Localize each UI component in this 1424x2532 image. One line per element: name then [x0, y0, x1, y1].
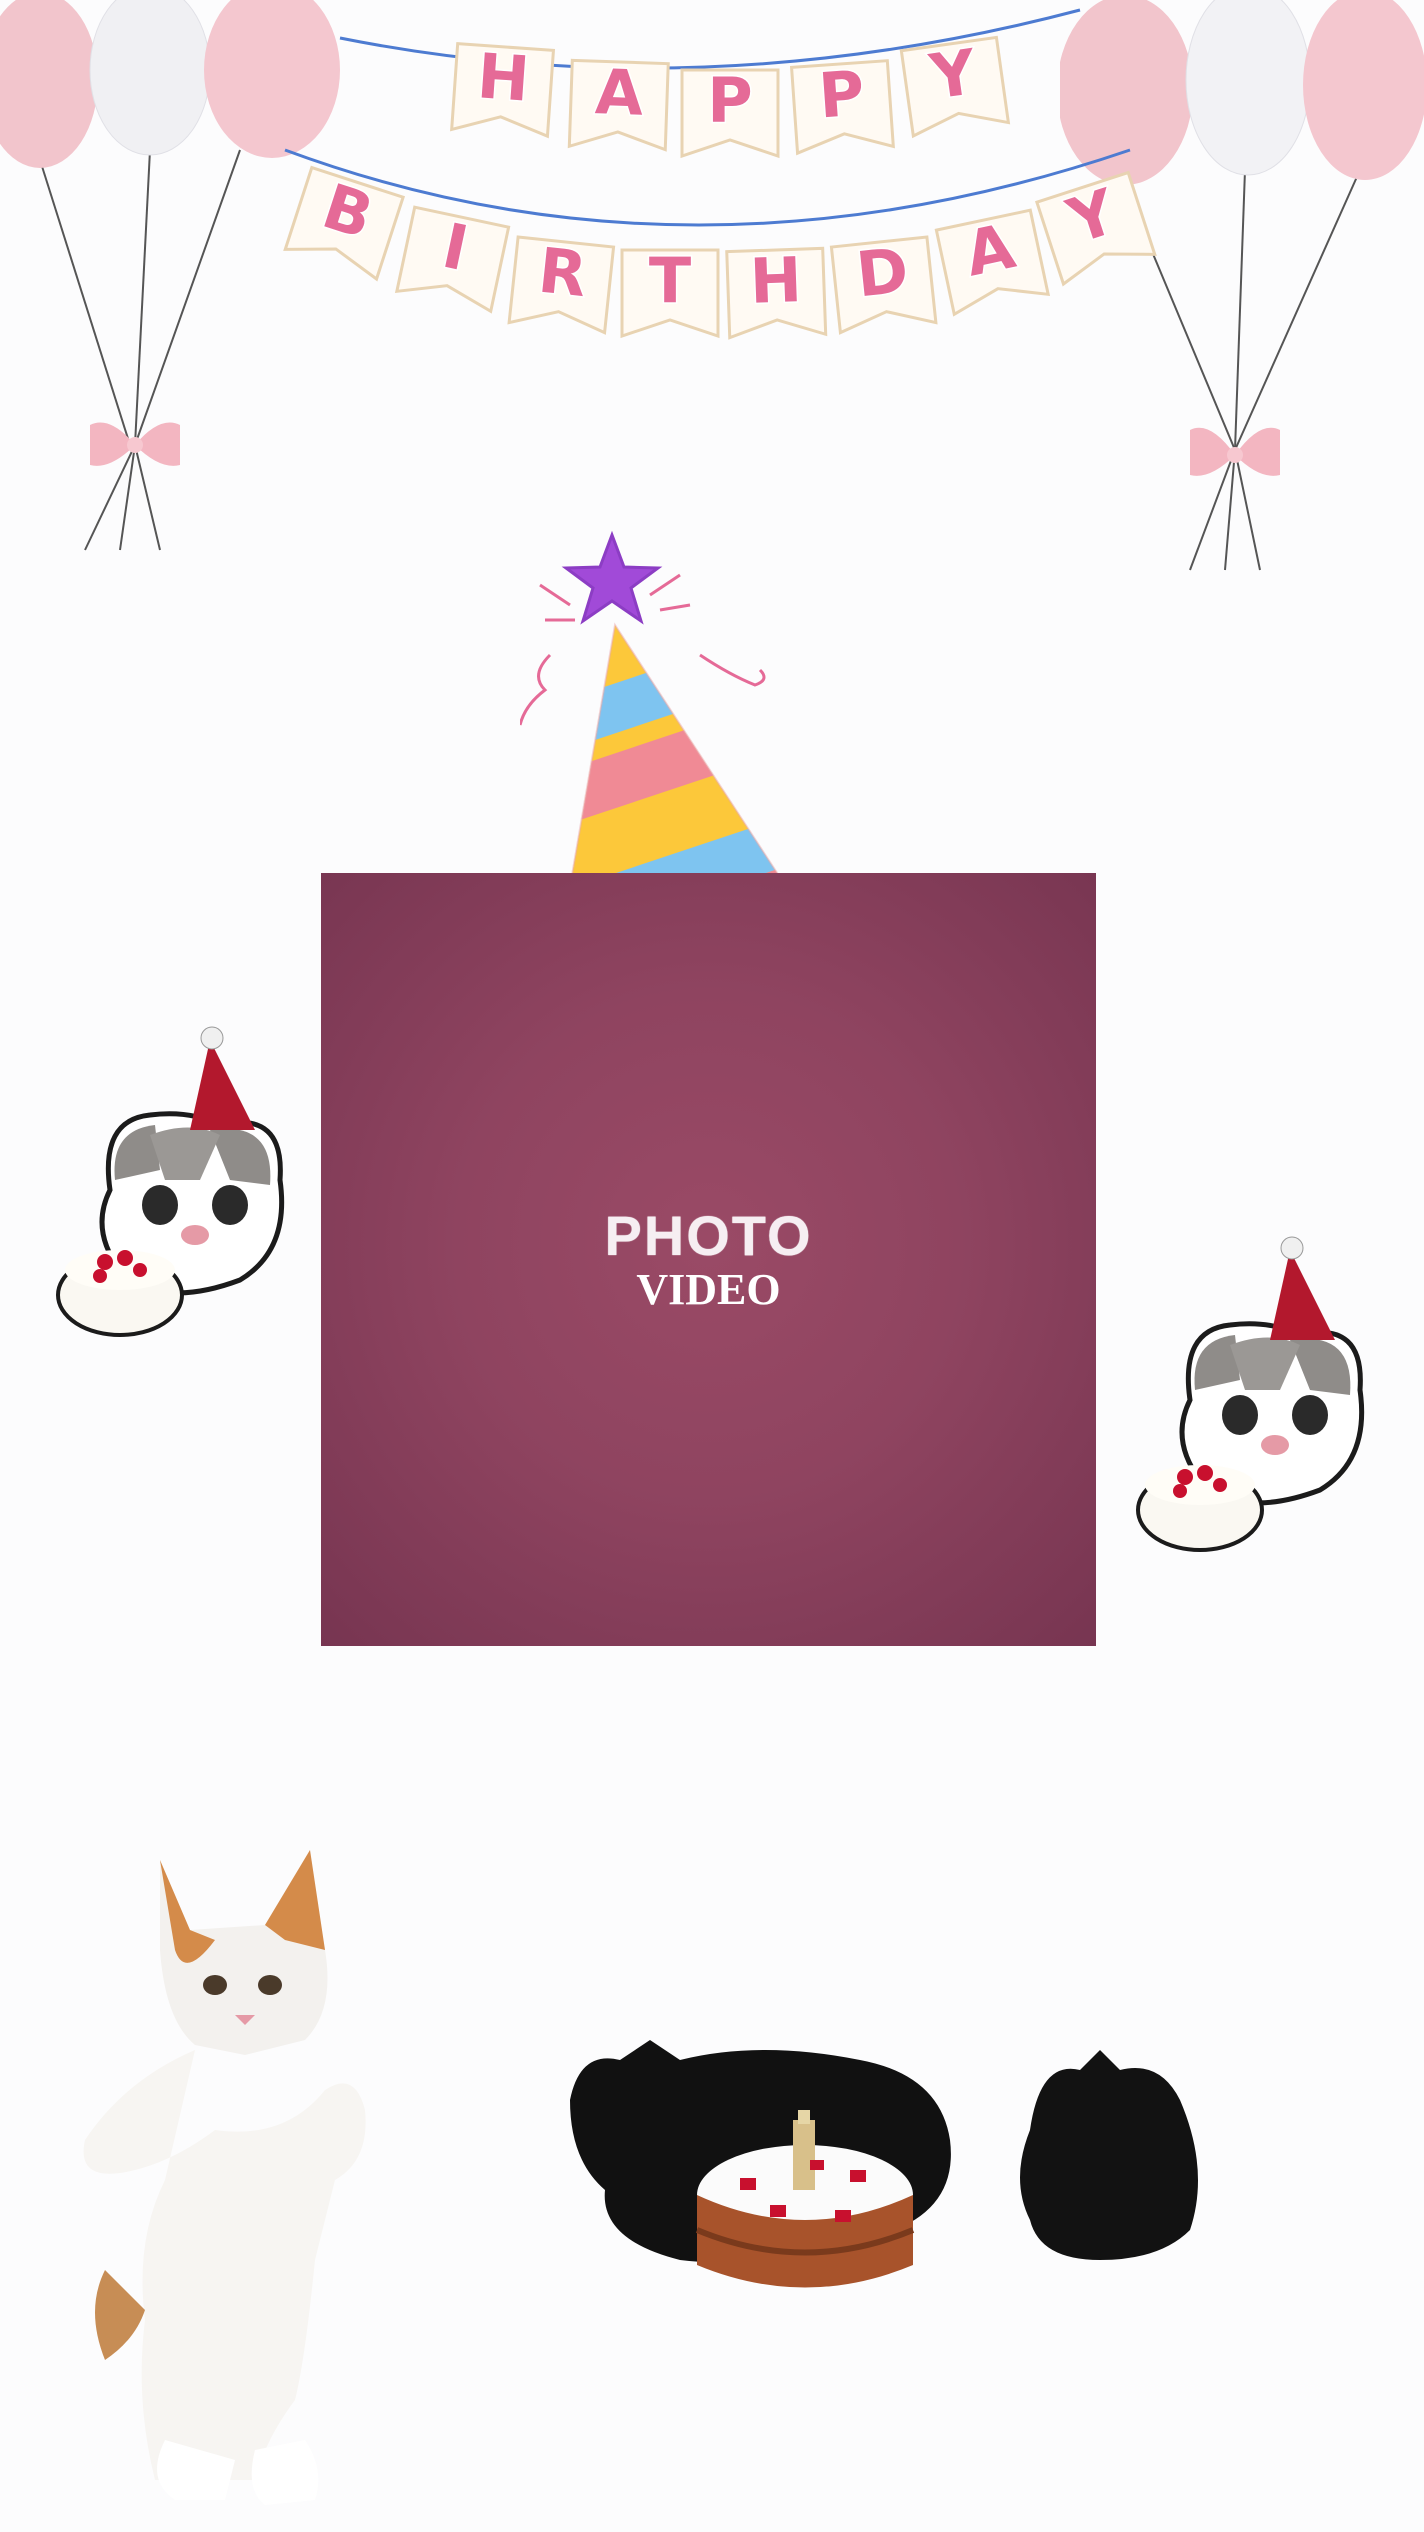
banner-letter: P [816, 56, 866, 132]
photo-placeholder-label: PHOTO [604, 1203, 813, 1267]
banner-flag: A [934, 208, 1051, 317]
banner-letter: A [594, 55, 645, 130]
cat-with-cake-right-sticker [1136, 1236, 1365, 1552]
banner-letter: H [475, 39, 532, 115]
banner-row-happy: HAPPY [450, 33, 1011, 159]
banner-flag: Y [1034, 170, 1157, 287]
banner-row-birthday: BIRTHDAY [283, 165, 1157, 340]
banner-flag: H [450, 38, 556, 139]
cat-with-cake-left-sticker [56, 1026, 285, 1337]
happy-birthday-banner: HAPPY BIRTHDAY [283, 8, 1157, 340]
banner-flag: P [789, 55, 895, 156]
banner-flag: B [283, 165, 406, 282]
black-cats-with-cake-sticker [570, 2040, 1198, 2288]
birthday-template-canvas: { "banner": { "row1_letters": ["H","A","… [0, 0, 1424, 2532]
banner-flag: H [725, 242, 828, 340]
banner-flag: D [829, 232, 938, 335]
video-placeholder-label: VIDEO [636, 1264, 781, 1314]
banner-flag: Y [899, 33, 1011, 139]
banner-letter: P [707, 64, 752, 137]
banner-letter: R [535, 234, 590, 312]
dancing-cat-sticker [83, 1850, 366, 2505]
banner-flag: I [394, 205, 511, 314]
banner-letter: D [853, 233, 912, 311]
banner-letter: T [649, 244, 691, 317]
photo-video-frame[interactable]: PHOTO VIDEO [321, 873, 1096, 1646]
banner-letter: H [749, 243, 803, 318]
banner-flag: R [507, 232, 616, 335]
banner-flag: A [567, 54, 670, 152]
banner-flag: P [680, 63, 780, 159]
banner-flag: T [620, 243, 720, 339]
